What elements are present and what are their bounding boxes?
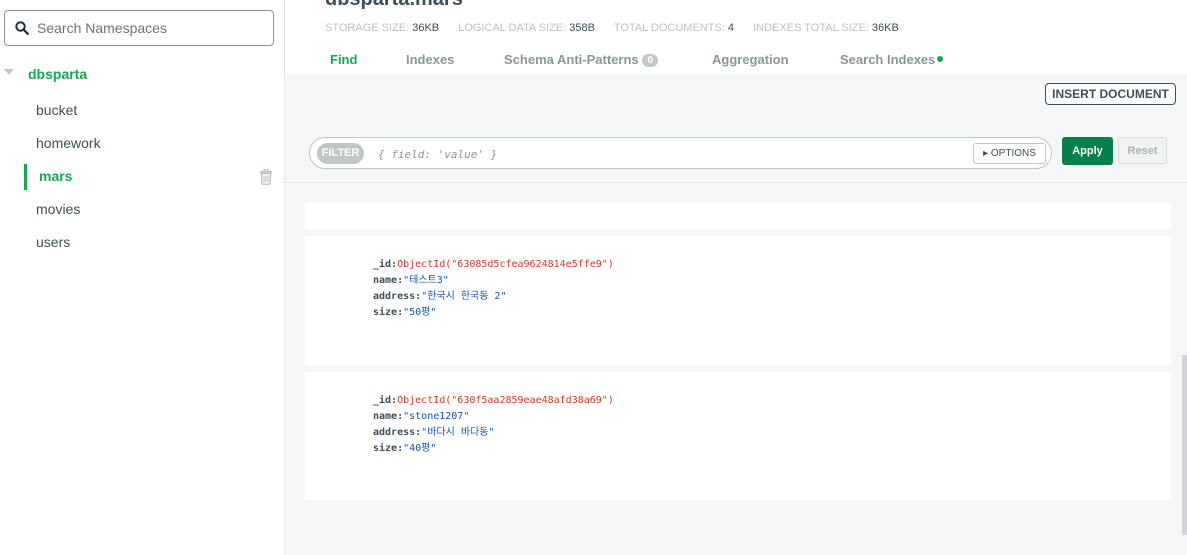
field-value: "한국시 한국동 2" (421, 291, 507, 302)
field-row-name: name:"stone1207" (373, 409, 614, 425)
field-row-address: address:"한국시 한국동 2" (373, 289, 614, 305)
options-button[interactable]: ▸ OPTIONS (973, 143, 1046, 164)
collection-label: mars (39, 168, 73, 184)
caret-down-icon[interactable] (4, 69, 14, 75)
status-dot-icon (937, 56, 944, 62)
field-key: name: (373, 275, 404, 286)
stat-logical-data-size: LOGICAL DATA SIZE: 358B (458, 22, 595, 34)
stat-value: 358B (569, 22, 595, 34)
stat-total-documents: TOTAL DOCUMENTS: 4 (614, 22, 734, 34)
document-fields: _id:ObjectId("630f5aa2859eae48afd38a69")… (373, 393, 614, 457)
collection-item-mars[interactable]: mars (0, 164, 284, 190)
field-row-size: size:"40평" (373, 441, 614, 457)
search-icon (15, 21, 29, 35)
field-key: address: (373, 291, 422, 302)
stat-indexes-total-size: INDEXES TOTAL SIZE: 36KB (753, 22, 899, 34)
field-key: _id: (373, 259, 398, 270)
field-value: ObjectId("63085d5cfea9624814e5ffe9") (397, 259, 614, 270)
document-card[interactable]: _id:ObjectId("63085d5cfea9624814e5ffe9")… (305, 236, 1171, 365)
search-input[interactable] (37, 17, 267, 39)
collection-item-bucket[interactable]: bucket (0, 98, 284, 124)
tab-label: Search Indexes (840, 52, 936, 67)
field-key: name: (373, 411, 404, 422)
collection-tabs: Find Indexes Schema Anti-Patterns 0 Aggr… (285, 52, 1187, 74)
field-value: "stone1207" (403, 411, 470, 422)
database-name: dbsparta (28, 66, 88, 82)
main-panel: dbsparta.mars STORAGE SIZE: 36KB LOGICAL… (285, 0, 1187, 555)
field-value: "50평" (403, 307, 437, 318)
field-key: size: (373, 307, 404, 318)
collection-label: bucket (36, 102, 78, 118)
collection-item-users[interactable]: users (0, 230, 284, 256)
field-key: _id: (373, 395, 398, 406)
field-row-id: _id:ObjectId("63085d5cfea9624814e5ffe9") (373, 257, 614, 273)
field-row-size: size:"50평" (373, 305, 614, 321)
collection-stats: STORAGE SIZE: 36KB LOGICAL DATA SIZE: 35… (325, 22, 915, 34)
stat-value: 36KB (871, 22, 899, 34)
tab-find[interactable]: Find (330, 52, 357, 67)
tab-aggregation[interactable]: Aggregation (712, 52, 789, 67)
apply-button[interactable]: Apply (1062, 137, 1113, 165)
field-row-id: _id:ObjectId("630f5aa2859eae48afd38a69") (373, 393, 614, 409)
document-card[interactable]: _id:ObjectId("630f5aa2859eae48afd38a69")… (305, 372, 1171, 500)
stat-label: TOTAL DOCUMENTS: (613, 22, 725, 34)
field-key: address: (373, 427, 422, 438)
insert-document-button[interactable]: INSERT DOCUMENT (1045, 83, 1176, 105)
collection-item-homework[interactable]: homework (0, 131, 284, 157)
collection-label: homework (36, 135, 101, 151)
collection-label: users (36, 234, 71, 250)
trash-icon[interactable] (259, 169, 273, 185)
field-row-address: address:"바다시 바다동" (373, 425, 614, 441)
filter-bar: FILTER ▸ OPTIONS (309, 137, 1052, 169)
tab-schema-anti-patterns[interactable]: Schema Anti-Patterns 0 (504, 52, 659, 67)
namespace-title: dbsparta.mars (325, 0, 463, 11)
field-value: ObjectId("630f5aa2859eae48afd38a69") (397, 395, 614, 406)
active-indicator (24, 164, 27, 190)
sidebar: dbsparta bucket homework mars movies use… (0, 0, 285, 555)
divider (285, 182, 1187, 183)
document-card-partial[interactable] (305, 203, 1171, 229)
field-value: "40평" (403, 443, 437, 454)
collection-label: movies (36, 201, 81, 217)
stat-label: INDEXES TOTAL SIZE: (753, 22, 869, 34)
scrollbar[interactable] (1182, 355, 1187, 535)
filter-label: FILTER (317, 143, 364, 164)
stat-value: 36KB (412, 22, 440, 34)
field-value: "테스트3" (403, 275, 449, 286)
stat-label: STORAGE SIZE: (325, 22, 410, 34)
field-row-name: name:"테스트3" (373, 273, 614, 289)
count-badge: 0 (642, 54, 659, 67)
reset-button[interactable]: Reset (1118, 137, 1167, 164)
collection-header: dbsparta.mars STORAGE SIZE: 36KB LOGICAL… (285, 0, 1187, 74)
tab-indexes[interactable]: Indexes (406, 52, 454, 67)
stat-label: LOGICAL DATA SIZE: (458, 22, 567, 34)
filter-input[interactable] (378, 144, 968, 164)
stat-storage-size: STORAGE SIZE: 36KB (325, 22, 439, 34)
collection-item-movies[interactable]: movies (0, 197, 284, 223)
field-key: size: (373, 443, 404, 454)
database-item-dbsparta[interactable]: dbsparta (0, 62, 284, 88)
tab-search-indexes[interactable]: Search Indexes (840, 52, 944, 67)
namespace-search-box[interactable] (4, 10, 274, 46)
tab-label: Schema Anti-Patterns (504, 52, 639, 67)
document-fields: _id:ObjectId("63085d5cfea9624814e5ffe9")… (373, 257, 614, 321)
stat-value: 4 (727, 22, 735, 34)
field-value: "바다시 바다동" (421, 427, 495, 438)
